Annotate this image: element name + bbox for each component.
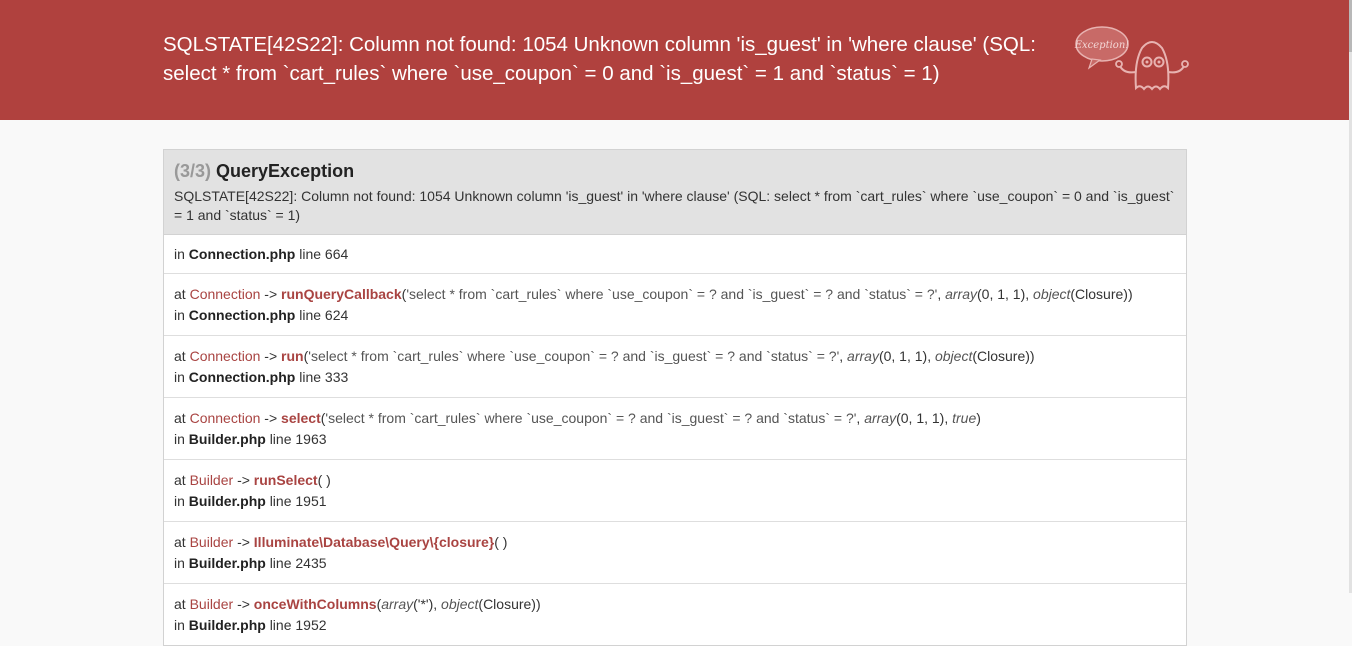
error-header: SQLSTATE[42S22]: Column not found: 1054 … (0, 0, 1349, 120)
trace-file: Connection.php (188, 307, 296, 323)
ghost-mascot-icon: Exception! (1074, 26, 1189, 91)
trace-class: Builder (189, 534, 234, 550)
trace-row: at Builder -> Illuminate\Database\Query\… (164, 522, 1186, 584)
trace-row: at Connection -> runQueryCallback('selec… (164, 274, 1186, 336)
trace-class: Connection (189, 348, 261, 364)
header-error-message: SQLSTATE[42S22]: Column not found: 1054 … (163, 33, 1036, 85)
trace-line: 2435 (295, 555, 327, 571)
trace-line: 624 (324, 307, 349, 323)
exception-class: QueryException (216, 161, 355, 181)
trace-class: Connection (189, 286, 261, 302)
exception-block: (3/3) QueryException SQLSTATE[42S22]: Co… (163, 149, 1187, 646)
trace-file: Builder.php (188, 431, 266, 447)
trace-method: Illuminate\Database\Query\{closure} (253, 534, 495, 550)
trace-class: Builder (189, 596, 234, 612)
trace-line: 1963 (295, 431, 327, 447)
trace-method: runSelect (253, 472, 318, 488)
trace-row: at Builder -> runSelect( ) in Builder.ph… (164, 460, 1186, 522)
trace-line: 664 (324, 246, 349, 262)
trace-row: at Connection -> select('select * from `… (164, 398, 1186, 460)
trace-file: Builder.php (188, 555, 266, 571)
trace-class: Connection (189, 410, 261, 426)
trace-method: runQueryCallback (281, 286, 402, 302)
exception-count: (3/3) (174, 161, 212, 181)
trace-file: Builder.php (188, 493, 266, 509)
trace-line: 333 (324, 369, 349, 385)
trace-line: 1952 (295, 617, 327, 633)
trace-method: run (281, 348, 304, 364)
trace-file: Builder.php (188, 617, 266, 633)
trace-file: Connection.php (188, 246, 296, 262)
mascot-bubble-text: Exception! (1074, 40, 1130, 51)
trace-class: Builder (189, 472, 234, 488)
trace-row: at Connection -> run('select * from `car… (164, 336, 1186, 398)
trace-method: select (281, 410, 321, 426)
exception-header: (3/3) QueryException SQLSTATE[42S22]: Co… (164, 150, 1186, 235)
trace-file: Connection.php (188, 369, 296, 385)
exception-message: SQLSTATE[42S22]: Column not found: 1054 … (174, 188, 1175, 223)
trace-row: at Builder -> onceWithColumns(array('*')… (174, 596, 541, 633)
trace-line: 1951 (295, 493, 327, 509)
exception-title: (3/3) QueryException (174, 160, 1176, 182)
trace-row: in Connection.php line 664 (164, 235, 1186, 274)
trace-method: onceWithColumns (253, 596, 377, 612)
